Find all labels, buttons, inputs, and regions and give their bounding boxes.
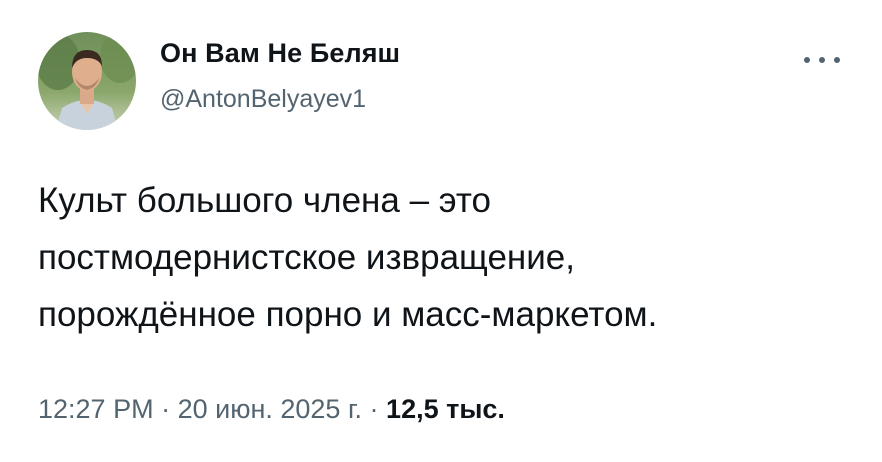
author-handle[interactable]: @AntonBelyayev1 — [160, 85, 366, 114]
dot — [819, 57, 825, 63]
dot — [834, 57, 840, 63]
tweet-text-line: порождённое порно и масс-маркетом. — [38, 295, 658, 334]
more-options-icon[interactable] — [804, 52, 840, 68]
views-unit: тыс. — [446, 394, 505, 424]
profile-photo-icon — [38, 32, 136, 130]
tweet-text-line: постмодернистское извращение, — [38, 238, 575, 277]
meta-separator: · — [369, 394, 379, 424]
views-count[interactable]: 12,5 — [386, 394, 439, 424]
tweet-text-line: Культ большого члена – это — [38, 181, 491, 220]
meta-separator: · — [161, 394, 171, 424]
tweet-meta: 12:27 PM · 20 июн. 2025 г. · 12,5 тыс. — [38, 394, 505, 425]
tweet-date[interactable]: 20 июн. 2025 г. — [178, 394, 362, 424]
tweet-card: Он Вам Не Беляш @AntonBelyayev1 Культ бо… — [0, 0, 882, 462]
tweet-time[interactable]: 12:27 PM — [38, 394, 154, 424]
author-display-name[interactable]: Он Вам Не Беляш — [160, 38, 400, 69]
tweet-text: Культ большого члена – это постмодернист… — [38, 172, 858, 343]
avatar[interactable] — [38, 32, 136, 130]
dot — [804, 57, 810, 63]
